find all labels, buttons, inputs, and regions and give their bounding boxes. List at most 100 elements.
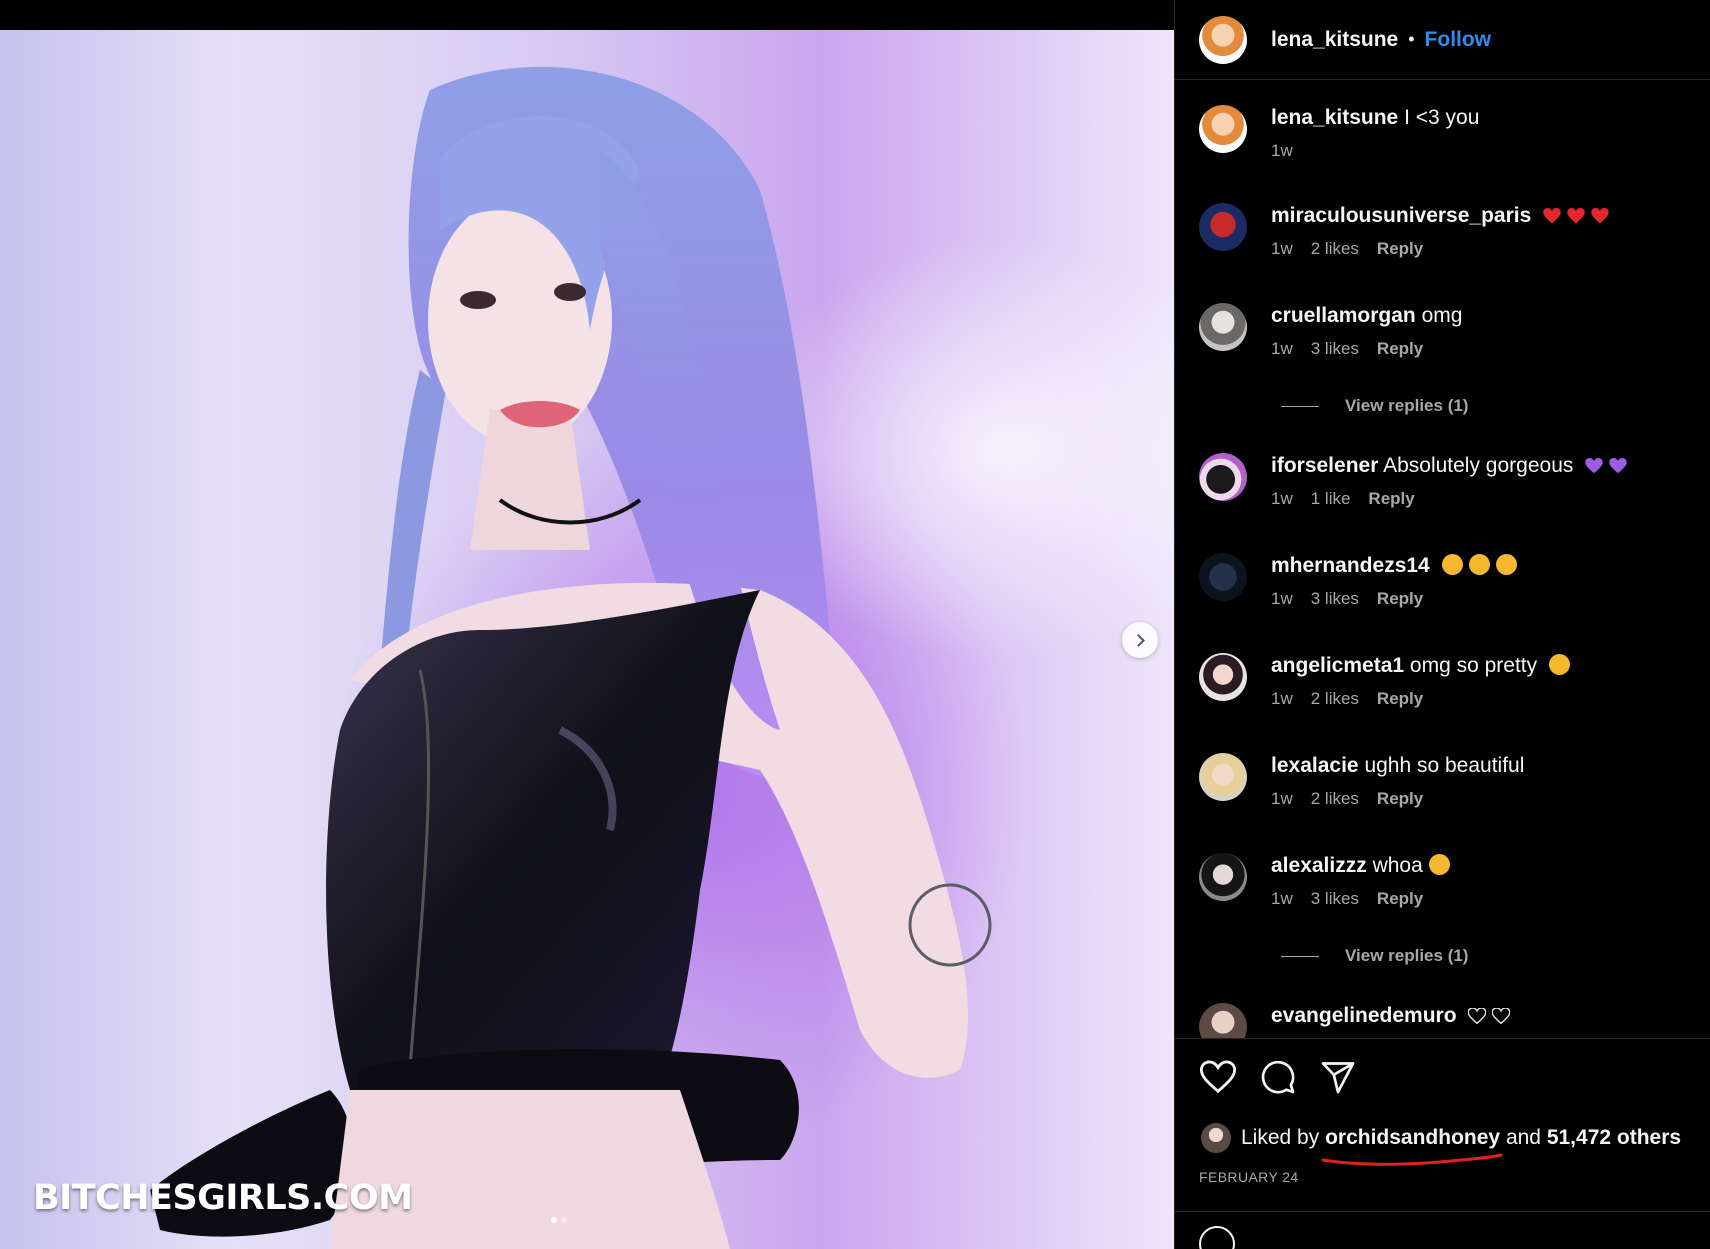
post-media-pane: BITCHESGIRLS.COM [0,0,1174,1249]
avatar[interactable] [1199,303,1247,351]
reply-button[interactable]: Reply [1377,339,1423,359]
list-item: evangelinedemuro [1199,1003,1699,1038]
view-replies-label: View replies (1) [1345,396,1469,415]
reply-button[interactable]: Reply [1377,789,1423,809]
comment-text: omg so pretty [1409,654,1538,677]
liker-username[interactable]: orchidsandhoney [1325,1126,1500,1149]
avatar[interactable] [1199,1003,1247,1038]
comment-time[interactable]: 1w [1271,489,1293,509]
purple-heart-icon [1585,458,1603,474]
avatar[interactable] [1199,653,1247,701]
comment-likes[interactable]: 3 likes [1311,339,1359,359]
share-send-icon[interactable] [1319,1059,1357,1095]
white-heart-icon [1492,1008,1511,1024]
pleading-face-emoji-icon [1549,654,1570,675]
separator-dot: • [1408,29,1415,49]
photo-illustration [150,66,992,1249]
top-strip [0,0,1174,30]
emoji-icon[interactable] [1199,1226,1235,1249]
liker-avatar[interactable] [1201,1123,1231,1153]
red-heart-icon [1543,208,1561,224]
view-replies-button[interactable]: View replies (1) [1281,396,1468,416]
annotation-underline [1321,1153,1503,1166]
likes-others-count[interactable]: 51,472 others [1547,1126,1681,1149]
avatar[interactable] [1199,853,1247,901]
likes-prefix: Liked by [1241,1126,1320,1149]
author-username[interactable]: lena_kitsune [1271,28,1398,52]
comment-username[interactable]: evangelinedemuro [1271,1004,1457,1027]
comment-time[interactable]: 1w [1271,889,1293,909]
avatar[interactable] [1199,453,1247,501]
list-item: mhernandezs14 1w 3 likes Reply [1199,553,1699,609]
post-side-panel: lena_kitsune • Follow lena_kitsune I <3 … [1174,0,1710,1249]
comment-likes[interactable]: 1 like [1311,489,1351,509]
avatar[interactable] [1199,105,1247,153]
list-item: lexalacie ughh so beautiful 1w 2 likes Rep… [1199,753,1699,809]
add-comment-bar[interactable] [1175,1211,1710,1249]
action-bar [1199,1059,1357,1095]
list-item: cruellamorgan omg 1w 3 likes Reply [1199,303,1699,359]
purple-heart-icon [1609,458,1627,474]
like-heart-icon[interactable] [1199,1059,1237,1095]
watermark-text: BITCHESGIRLS.COM [33,1178,413,1218]
list-item: angelicmeta1 omg so pretty 1w 2 likes Repl… [1199,653,1699,709]
comment-bubble-icon[interactable] [1259,1059,1297,1095]
comment-username[interactable]: miraculousuniverse_paris [1271,204,1531,227]
list-item: miraculousuniverse_paris 1w 2 likes Reply [1199,203,1699,259]
heart-eyes-emoji-icon [1495,554,1517,575]
comment-text: ughh so beautiful [1364,754,1525,777]
reply-button[interactable]: Reply [1377,689,1423,709]
heart-eyes-emoji-icon [1441,554,1463,575]
comment-time[interactable]: 1w [1271,141,1293,161]
comment-time[interactable]: 1w [1271,339,1293,359]
comment-time[interactable]: 1w [1271,239,1293,259]
reply-button[interactable]: Reply [1377,889,1423,909]
avatar[interactable] [1199,553,1247,601]
red-heart-icon [1567,208,1585,224]
post-date[interactable]: FEBRUARY 24 [1199,1169,1299,1185]
divider [1281,955,1319,957]
white-heart-icon [1468,1008,1487,1024]
view-replies-button[interactable]: View replies (1) [1281,946,1468,966]
comment-likes[interactable]: 3 likes [1311,889,1359,909]
heart-eyes-emoji-icon [1468,554,1490,575]
comment-text: Absolutely gorgeous [1383,454,1574,477]
post-photo[interactable] [0,30,1174,1249]
comment-time[interactable]: 1w [1271,789,1293,809]
comment-username[interactable]: cruellamorgan [1271,304,1416,327]
comment-likes[interactable]: 3 likes [1311,589,1359,609]
post-actions: Liked by orchidsandhoney and 51,472 othe… [1175,1038,1710,1211]
comment-time[interactable]: 1w [1271,689,1293,709]
comment-username[interactable]: mhernandezs14 [1271,554,1430,577]
author-avatar[interactable] [1199,15,1247,64]
view-replies-label: View replies (1) [1345,946,1469,965]
caption: lena_kitsune I <3 you 1w [1199,105,1699,161]
reply-button[interactable]: Reply [1368,489,1414,509]
comments-list[interactable]: lena_kitsune I <3 you 1w miraculousunive… [1175,80,1710,1038]
list-item: alexalizzz whoa 1w 3 likes Reply [1199,853,1699,909]
list-item: iforselener Absolutely gorgeous 1w 1 like… [1199,453,1699,509]
comment-text: whoa [1372,854,1423,877]
comment-username[interactable]: angelicmeta1 [1271,654,1404,677]
post-header: lena_kitsune • Follow [1175,0,1710,80]
red-heart-icon [1591,208,1609,224]
comment-likes[interactable]: 2 likes [1311,789,1359,809]
comment-time[interactable]: 1w [1271,589,1293,609]
slide-dot-active [551,1217,557,1223]
avatar[interactable] [1199,753,1247,801]
reply-button[interactable]: Reply [1377,239,1423,259]
reply-button[interactable]: Reply [1377,589,1423,609]
chevron-right-icon [1132,633,1145,647]
comment-username[interactable]: iforselener [1271,454,1378,477]
follow-button[interactable]: Follow [1425,28,1492,52]
comment-likes[interactable]: 2 likes [1311,689,1359,709]
comment-username[interactable]: lexalacie [1271,754,1359,777]
slide-dot [561,1217,567,1223]
likes-connector: and [1505,1126,1541,1149]
comment-username[interactable]: alexalizzz [1271,854,1367,877]
slide-indicator [551,1217,567,1223]
comment-likes[interactable]: 2 likes [1311,239,1359,259]
next-slide-button[interactable] [1122,622,1158,658]
comment-username[interactable]: lena_kitsune [1271,106,1398,129]
avatar[interactable] [1199,203,1247,251]
